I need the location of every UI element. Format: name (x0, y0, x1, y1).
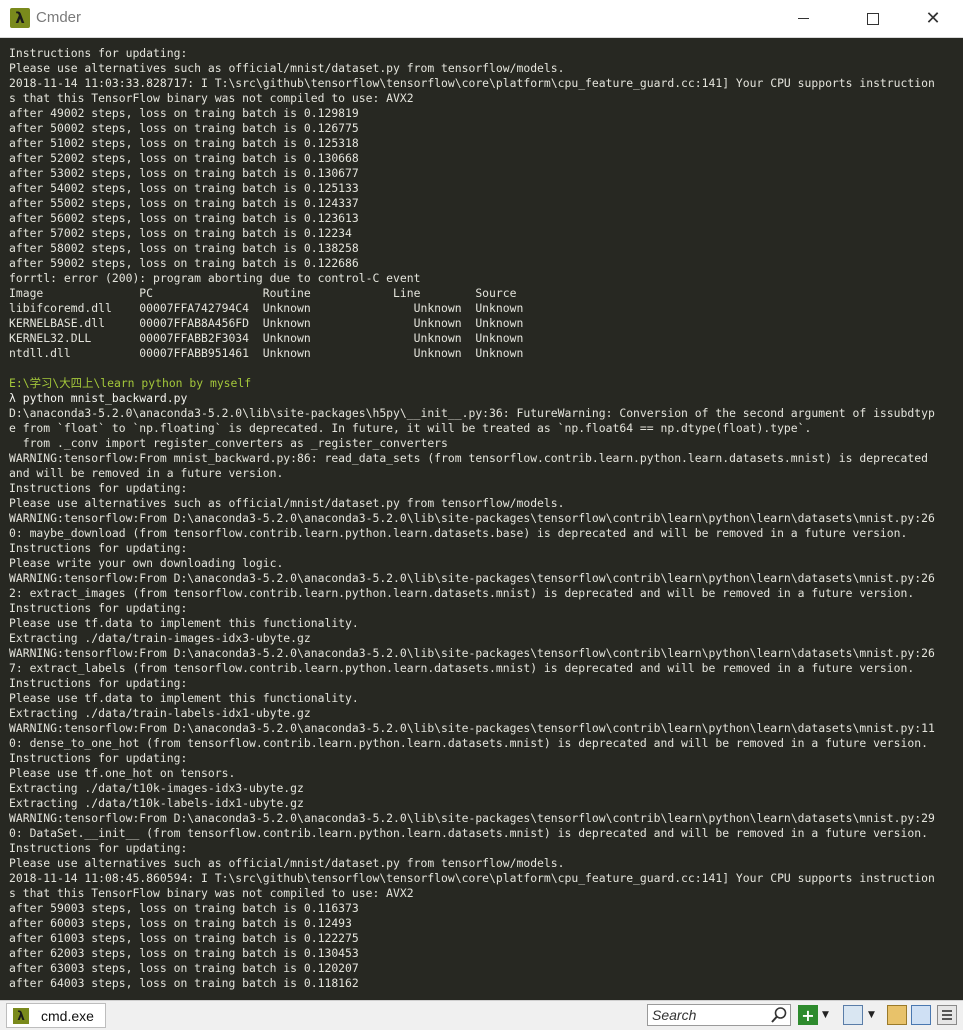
console-line: after 50002 steps, loss on traing batch … (9, 121, 359, 135)
console-line: Extracting ./data/train-labels-idx1-ubyt… (9, 706, 311, 720)
tab-label: cmd.exe (41, 1008, 94, 1024)
console-line: D:\anaconda3-5.2.0\anaconda3-5.2.0\lib\s… (9, 406, 935, 420)
console-text-area[interactable]: Instructions for updating: Please use alt… (9, 46, 959, 991)
console-line: after 54002 steps, loss on traing batch … (9, 181, 359, 195)
console-line: from ._conv import register_converters a… (9, 436, 448, 450)
console-line: after 53002 steps, loss on traing batch … (9, 166, 359, 180)
console-line: Instructions for updating: (9, 46, 188, 60)
console-line: after 57002 steps, loss on traing batch … (9, 226, 352, 240)
console-line: 2018-11-14 11:08:45.860594: I T:\src\git… (9, 871, 935, 885)
console-line: Instructions for updating: (9, 601, 188, 615)
console-line: libifcoremd.dll 00007FFA742794C4 Unknown… (9, 301, 524, 315)
console-line: after 56002 steps, loss on traing batch … (9, 211, 359, 225)
chevron-down-icon[interactable]: ▼ (868, 1010, 880, 1030)
console-line: Instructions for updating: (9, 481, 188, 495)
cmder-lambda-icon: λ (10, 8, 30, 28)
search-input[interactable]: Search (647, 1004, 791, 1026)
status-bar: λ cmd.exe Search + ▼ ▼ (0, 1000, 963, 1030)
console-line: Instructions for updating: (9, 751, 188, 765)
console-line: after 55002 steps, loss on traing batch … (9, 196, 359, 210)
console-line: after 58002 steps, loss on traing batch … (9, 241, 359, 255)
maximize-button[interactable] (850, 0, 896, 37)
console-line: WARNING:tensorflow:From D:\anaconda3-5.2… (9, 721, 935, 735)
console-line: Please use tf.data to implement this fun… (9, 691, 359, 705)
console-line: 7: extract_labels (from tensorflow.contr… (9, 661, 915, 675)
console-line: Instructions for updating: (9, 676, 188, 690)
search-placeholder: Search (652, 1007, 697, 1023)
chevron-down-icon[interactable]: ▼ (822, 1010, 834, 1030)
cmder-lambda-icon: λ (13, 1008, 29, 1024)
console-line: after 64003 steps, loss on traing batch … (9, 976, 359, 990)
window-title: Cmder (36, 9, 82, 26)
console-line: 2018-11-14 11:03:33.828717: I T:\src\git… (9, 76, 935, 90)
split-view-icon[interactable] (843, 1005, 863, 1025)
console-line: WARNING:tensorflow:From D:\anaconda3-5.2… (9, 811, 935, 825)
lock-icon[interactable] (887, 1005, 907, 1025)
minimize-icon (797, 18, 809, 19)
console-line: Instructions for updating: (9, 541, 188, 555)
tab-cmd-exe[interactable]: λ cmd.exe (6, 1003, 106, 1028)
console-line: KERNELBASE.dll 00007FFAB8A456FD Unknown … (9, 316, 524, 330)
console-line: after 59003 steps, loss on traing batch … (9, 901, 359, 915)
console-line: and will be removed in a future version. (9, 466, 284, 480)
console-line: after 52002 steps, loss on traing batch … (9, 151, 359, 165)
console-line: Please use tf.one_hot on tensors. (9, 766, 236, 780)
search-icon[interactable] (770, 1006, 788, 1024)
console-line: after 63003 steps, loss on traing batch … (9, 961, 359, 975)
console-line: forrtl: error (200): program aborting du… (9, 271, 421, 285)
maximize-icon (867, 12, 879, 25)
add-console-icon[interactable]: + (798, 1005, 818, 1025)
close-button[interactable]: ✕ (910, 0, 956, 37)
console-line: ntdll.dll 00007FFABB951461 Unknown Unkno… (9, 346, 524, 360)
minimize-button[interactable] (780, 0, 826, 37)
console-line: 0: DataSet.__init__ (from tensorflow.con… (9, 826, 928, 840)
console-line: s that this TensorFlow binary was not co… (9, 91, 414, 105)
console-line: 0: dense_to_one_hot (from tensorflow.con… (9, 736, 928, 750)
console-line: WARNING:tensorflow:From D:\anaconda3-5.2… (9, 571, 935, 585)
console-line: 2: extract_images (from tensorflow.contr… (9, 586, 915, 600)
console-line: Extracting ./data/t10k-labels-idx1-ubyte… (9, 796, 304, 810)
tile-view-icon[interactable] (911, 1005, 931, 1025)
console-line: Please use alternatives such as official… (9, 496, 565, 510)
console-line: Please use alternatives such as official… (9, 61, 565, 75)
console-line: WARNING:tensorflow:From D:\anaconda3-5.2… (9, 511, 935, 525)
console-line: after 49002 steps, loss on traing batch … (9, 106, 359, 120)
console-line: Please write your own downloading logic. (9, 556, 284, 570)
console-line: Extracting ./data/train-images-idx3-ubyt… (9, 631, 311, 645)
console-line: after 60003 steps, loss on traing batch … (9, 916, 352, 930)
console-line: Instructions for updating: (9, 841, 188, 855)
console-line: after 61003 steps, loss on traing batch … (9, 931, 359, 945)
title-bar: λ Cmder ✕ (0, 0, 963, 38)
menu-icon[interactable] (937, 1005, 957, 1025)
console-line: WARNING:tensorflow:From mnist_backward.p… (9, 451, 928, 465)
console-line: after 62003 steps, loss on traing batch … (9, 946, 359, 960)
console-line: E:\学习\大四上\learn python by myself (9, 376, 252, 390)
console-line: 0: maybe_download (from tensorflow.contr… (9, 526, 908, 540)
console-line: λ python mnist_backward.py (9, 391, 188, 405)
console-line: after 51002 steps, loss on traing batch … (9, 136, 359, 150)
console-line: Please use alternatives such as official… (9, 856, 565, 870)
console-line: KERNEL32.DLL 00007FFABB2F3034 Unknown Un… (9, 331, 524, 345)
console-line: WARNING:tensorflow:From D:\anaconda3-5.2… (9, 646, 935, 660)
console-line: s that this TensorFlow binary was not co… (9, 886, 414, 900)
close-icon: ✕ (925, 7, 941, 29)
console-line: after 59002 steps, loss on traing batch … (9, 256, 359, 270)
console-line: Extracting ./data/t10k-images-idx3-ubyte… (9, 781, 304, 795)
console-output[interactable]: Instructions for updating: Please use alt… (0, 38, 963, 1000)
console-line: Image PC Routine Line Source (9, 286, 517, 300)
console-line: Please use tf.data to implement this fun… (9, 616, 359, 630)
console-line: e from `float` to `np.floating` is depre… (9, 421, 812, 435)
